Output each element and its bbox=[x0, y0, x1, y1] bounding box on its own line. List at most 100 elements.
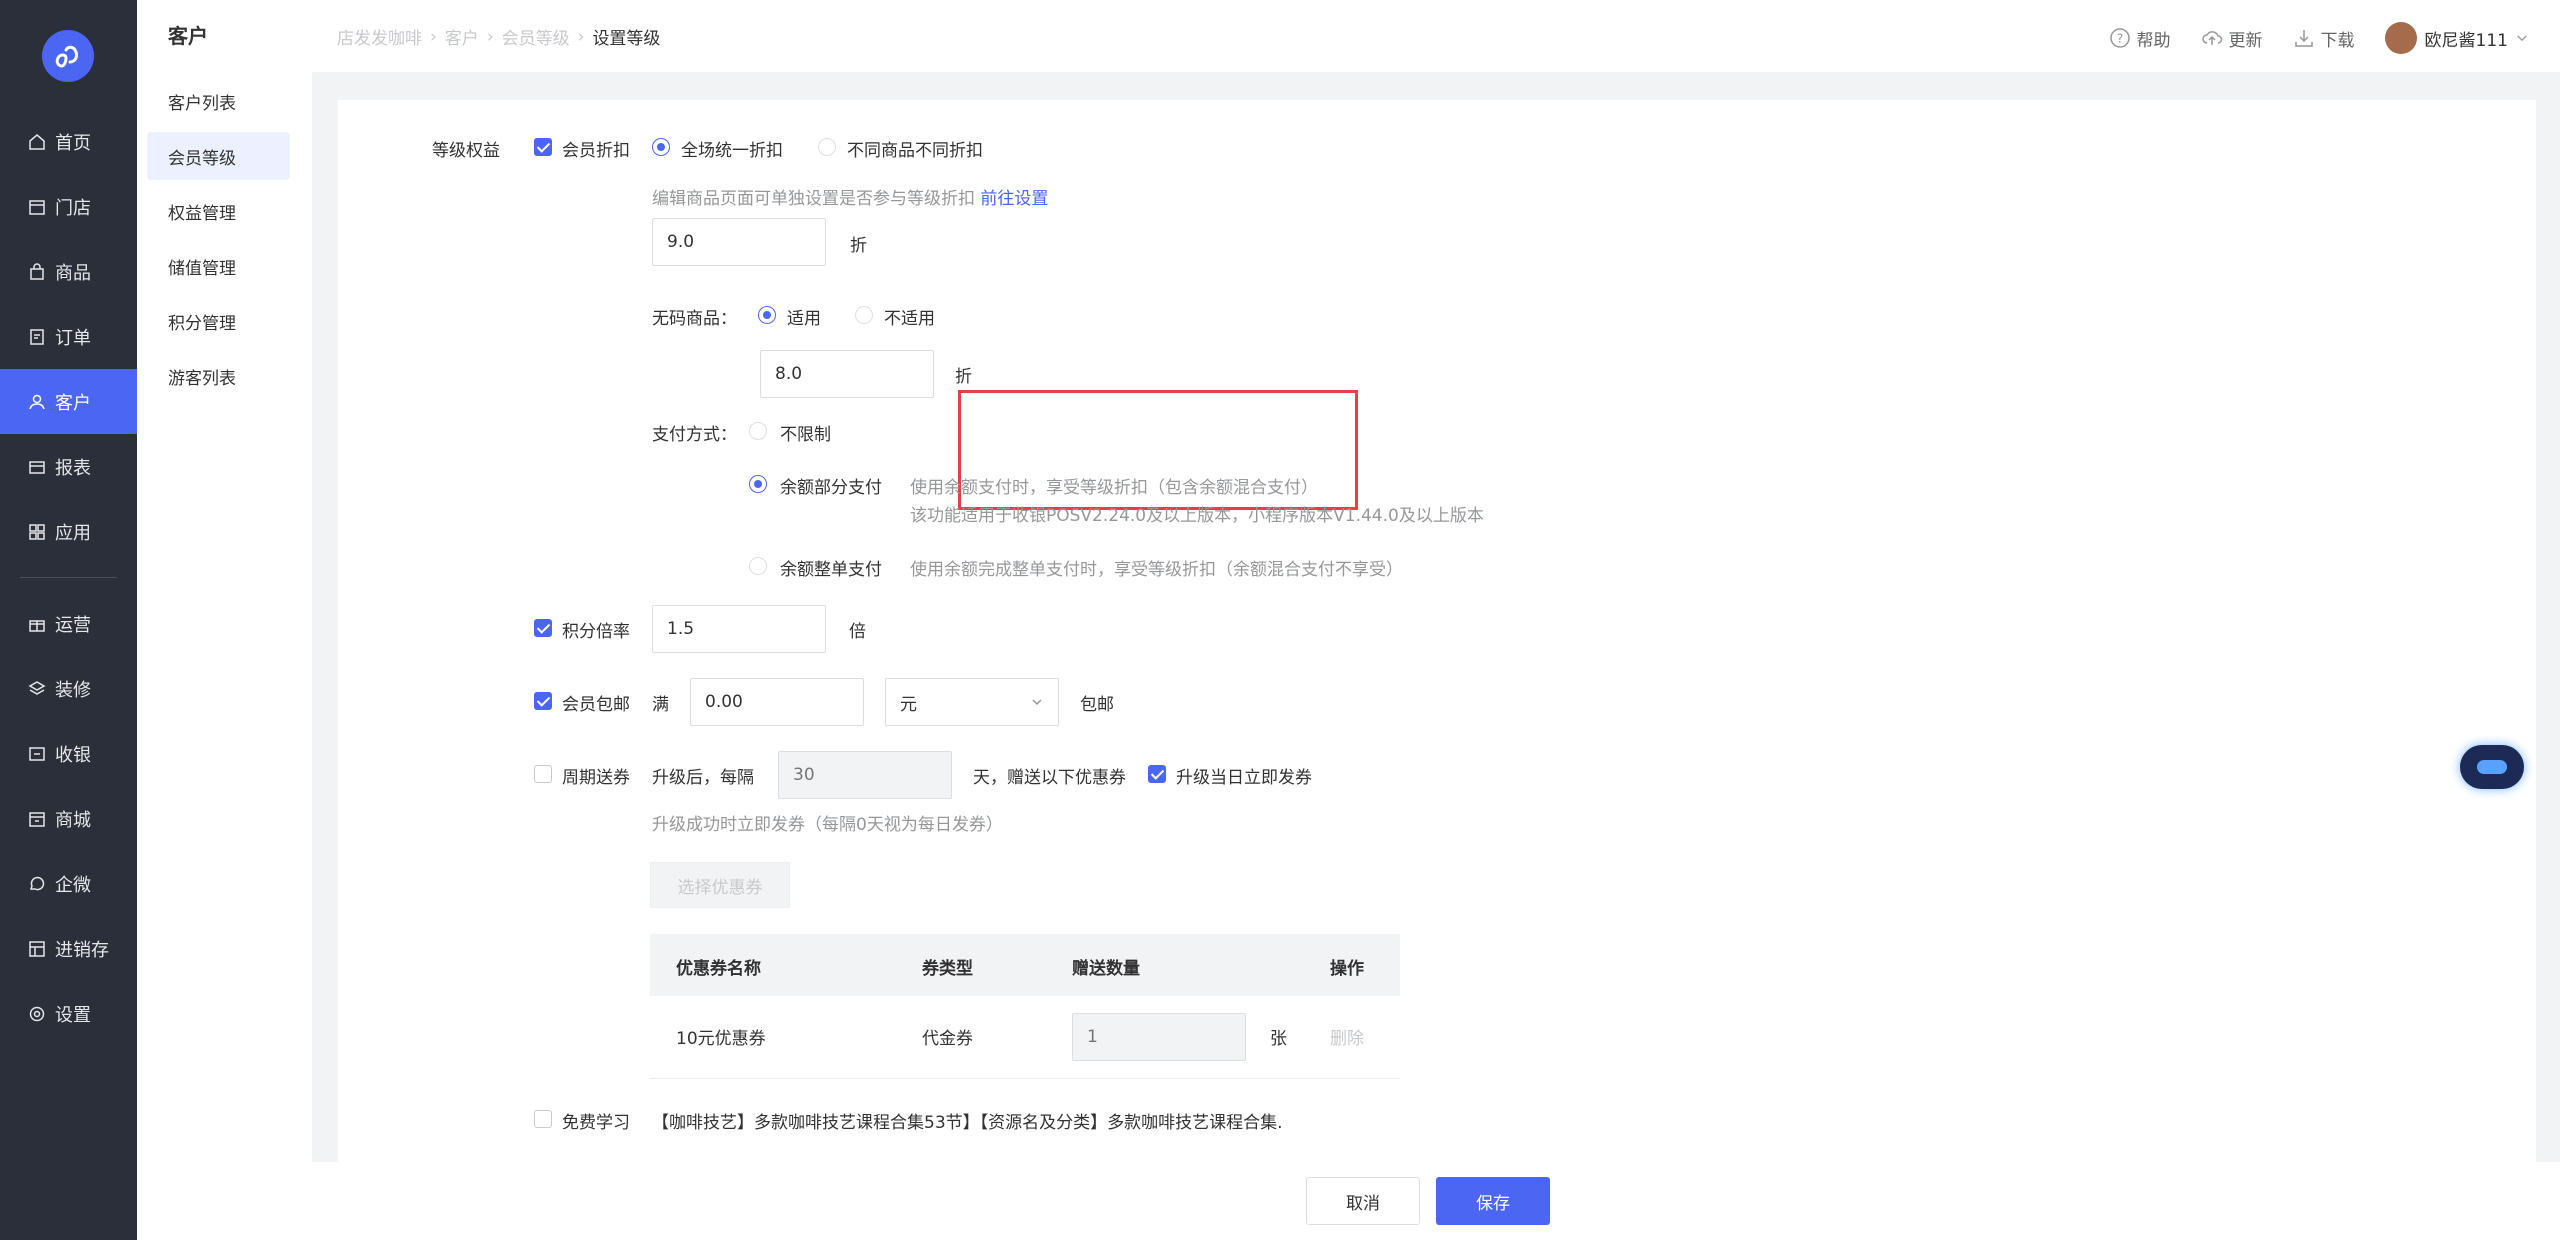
inventory-icon bbox=[28, 940, 46, 958]
sub-item-benefits[interactable]: 权益管理 bbox=[147, 187, 290, 235]
assistant-bot-icon[interactable] bbox=[2460, 745, 2524, 789]
nav-item-cashier[interactable]: 收银 bbox=[0, 721, 137, 786]
goto-settings-link[interactable]: 前往设置 bbox=[980, 189, 1048, 209]
nocode-unit: 折 bbox=[955, 367, 972, 387]
help-label: 帮助 bbox=[2136, 30, 2171, 51]
select-coupon-button[interactable]: 选择优惠券 bbox=[650, 862, 790, 908]
chevron-right-icon: › bbox=[430, 26, 437, 47]
nav-item-store[interactable]: 门店 bbox=[0, 174, 137, 239]
payment-full-radio[interactable] bbox=[749, 557, 767, 575]
sub-item-points[interactable]: 积分管理 bbox=[147, 297, 290, 345]
free-shipping-checkbox[interactable] bbox=[534, 692, 552, 710]
payment-unlimited-label: 不限制 bbox=[780, 425, 831, 445]
bag-icon bbox=[28, 262, 46, 281]
apps-icon bbox=[28, 523, 46, 541]
nav-item-goods[interactable]: 商品 bbox=[0, 239, 137, 304]
points-rate-checkbox[interactable] bbox=[534, 619, 552, 637]
discount-value-input[interactable] bbox=[652, 218, 826, 266]
nav-item-wecom[interactable]: 企微 bbox=[0, 851, 137, 916]
discount-unit: 折 bbox=[850, 236, 867, 256]
currency-select[interactable]: 元 bbox=[885, 678, 1059, 726]
sub-item-stored-value[interactable]: 储值管理 bbox=[147, 242, 290, 290]
nav-item-report[interactable]: 报表 bbox=[0, 434, 137, 499]
breadcrumb: 店发发咖啡 › 客户 › 会员等级 › 设置等级 bbox=[337, 24, 661, 50]
breadcrumb-item[interactable]: 客户 bbox=[445, 24, 479, 49]
payment-full-label: 余额整单支付 bbox=[780, 560, 882, 580]
payment-partial-radio[interactable] bbox=[749, 475, 767, 493]
subnav-title: 客户 bbox=[168, 24, 208, 48]
nav-item-orders[interactable]: 订单 bbox=[0, 304, 137, 369]
sub-item-guest-list[interactable]: 游客列表 bbox=[147, 352, 290, 400]
top-actions: ? 帮助 更新 下载 欧尼酱111 bbox=[2079, 22, 2530, 54]
free-study-label: 免费学习 bbox=[562, 1113, 630, 1133]
discount-different-radio[interactable] bbox=[818, 138, 836, 156]
delete-coupon-link[interactable]: 删除 bbox=[1330, 1024, 1364, 1049]
gift-icon bbox=[28, 615, 46, 633]
free-study-checkbox[interactable] bbox=[534, 1110, 552, 1128]
table-row-divider bbox=[650, 1078, 1400, 1079]
logo-icon bbox=[55, 45, 78, 68]
periodic-coupon-checkbox[interactable] bbox=[534, 765, 552, 783]
nav-item-label: 客户 bbox=[55, 392, 91, 414]
nav-item-label: 订单 bbox=[55, 327, 91, 349]
level-settings-form: 等级权益 会员折扣 全场统一折扣 不同商品不同折扣 编辑商品页面可单独设置是否参… bbox=[338, 100, 2536, 1162]
form-footer: 取消 保存 bbox=[312, 1162, 2560, 1240]
avatar bbox=[2384, 22, 2417, 54]
coupon-interval-input[interactable] bbox=[778, 751, 952, 799]
breadcrumb-item[interactable]: 店发发咖啡 bbox=[337, 24, 422, 49]
store-icon bbox=[28, 198, 46, 216]
periodic-coupon-prefix: 升级后，每隔 bbox=[652, 768, 754, 788]
sub-item-customer-list[interactable]: 客户列表 bbox=[147, 77, 290, 125]
user-menu[interactable]: 欧尼酱111 bbox=[2384, 22, 2530, 54]
nav-item-customer[interactable]: 客户 bbox=[0, 369, 137, 434]
periodic-coupon-suffix: 天，赠送以下优惠券 bbox=[973, 768, 1126, 788]
mall-icon bbox=[28, 810, 46, 828]
save-button[interactable]: 保存 bbox=[1436, 1177, 1550, 1225]
app-logo[interactable] bbox=[42, 30, 94, 82]
sub-item-member-level[interactable]: 会员等级 bbox=[147, 132, 290, 180]
nav-item-apps[interactable]: 应用 bbox=[0, 499, 137, 564]
free-shipping-amount-input[interactable] bbox=[690, 678, 864, 726]
chevron-down-icon bbox=[2517, 35, 2527, 42]
update-label: 更新 bbox=[2228, 30, 2263, 51]
download-button[interactable]: 下载 bbox=[2293, 26, 2355, 51]
immediate-coupon-checkbox[interactable] bbox=[1148, 765, 1166, 783]
nav-item-inventory[interactable]: 进销存 bbox=[0, 916, 137, 981]
nocode-discount-input[interactable] bbox=[760, 350, 934, 398]
payment-partial-desc: 使用余额支付时，享受等级折扣（包含余额混合支付） bbox=[910, 478, 1318, 498]
coupon-qty-input[interactable] bbox=[1072, 1013, 1246, 1061]
report-icon bbox=[28, 458, 46, 476]
free-study-courses[interactable]: 【咖啡技艺】多款咖啡技艺课程合集53节】【资源名及分类】多款咖啡技艺课程合集. bbox=[652, 1108, 1283, 1133]
discount-hint: 编辑商品页面可单独设置是否参与等级折扣 前往设置 bbox=[652, 184, 1048, 209]
col-coupon-action: 操作 bbox=[1330, 959, 1364, 979]
nav-item-label: 进销存 bbox=[55, 939, 109, 961]
user-icon bbox=[28, 393, 46, 411]
coupon-hint: 升级成功时立即发券（每隔0天视为每日发券） bbox=[652, 815, 1003, 835]
nav-item-operation[interactable]: 运营 bbox=[0, 591, 137, 656]
member-discount-checkbox[interactable] bbox=[534, 138, 552, 156]
download-icon bbox=[2294, 30, 2313, 47]
nav-item-mall[interactable]: 商城 bbox=[0, 786, 137, 851]
layers-icon bbox=[28, 680, 46, 698]
free-shipping-label: 会员包邮 bbox=[562, 695, 630, 715]
points-rate-label: 积分倍率 bbox=[562, 622, 630, 642]
nav-item-settings[interactable]: 设置 bbox=[0, 981, 137, 1046]
breadcrumb-item[interactable]: 会员等级 bbox=[502, 24, 570, 49]
payment-unlimited-radio[interactable] bbox=[749, 422, 767, 440]
order-icon bbox=[28, 328, 46, 346]
coupon-qty-unit: 张 bbox=[1270, 1029, 1287, 1049]
cancel-button[interactable]: 取消 bbox=[1306, 1177, 1420, 1225]
update-button[interactable]: 更新 bbox=[2201, 26, 2263, 51]
nav-item-decor[interactable]: 装修 bbox=[0, 656, 137, 721]
nav-item-home[interactable]: 首页 bbox=[0, 109, 137, 174]
points-rate-input[interactable] bbox=[652, 605, 826, 653]
nocode-apply-radio[interactable] bbox=[758, 306, 776, 324]
chevron-right-icon: › bbox=[486, 26, 494, 47]
breadcrumb-current: 设置等级 bbox=[592, 29, 661, 49]
payment-label: 支付方式： bbox=[652, 425, 737, 445]
discount-unified-radio[interactable] bbox=[652, 138, 670, 156]
table-row: 10元优惠券 代金券 张 删除 bbox=[650, 996, 1400, 1078]
nav-item-label: 收银 bbox=[55, 744, 91, 766]
help-button[interactable]: ? 帮助 bbox=[2109, 26, 2171, 51]
nocode-not-apply-radio[interactable] bbox=[855, 306, 873, 324]
